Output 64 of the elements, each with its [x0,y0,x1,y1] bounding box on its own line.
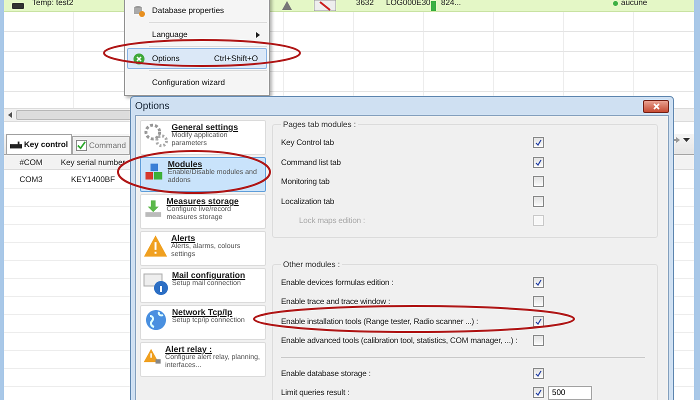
category-title: Measures storage [166,196,240,206]
category-title: Alert relay : [165,344,213,354]
menu-item[interactable]: Database properties [127,0,267,21]
option-label: Enable installation tools (Range tester, Radio scanner ...) : [281,316,478,326]
checkbox[interactable] [533,296,544,308]
checkbox[interactable] [533,368,544,379]
checkbox[interactable] [533,335,544,346]
database-icon [133,4,145,16]
category-title: General settings [171,122,240,132]
column-header: #COM [18,158,44,166]
option-label: Command list tab [281,158,341,167]
menu-item[interactable]: Language [127,24,267,45]
option-label: Enable advanced tools (calibration tool, statistics, COM manager, ...) : [281,336,518,346]
menu-item[interactable]: Options Ctrl+Shift+O [127,48,267,69]
group-title: Pages tab modules : [282,120,357,129]
category-title: Modules [168,159,202,169]
tool-icon [314,0,336,11]
group-title: Other modules : [282,260,341,268]
column-header: Key serial number [60,158,126,166]
battery-icon [431,0,436,10]
submenu-arrow-icon [256,32,260,38]
scroll-left-icon[interactable] [8,112,12,118]
close-button[interactable] [643,100,669,112]
checkmark-icon [535,389,542,396]
tab[interactable]: Command [72,136,130,154]
menu-item[interactable]: Configuration wizard [127,72,267,93]
option-label: Localization tab [281,196,334,206]
checkmark-icon [76,140,88,151]
option-label: Monitoring tab [281,177,330,186]
checkbox[interactable] [533,276,544,288]
option-label: Enable devices formulas edition : [281,278,394,287]
checkmark-icon [535,318,542,325]
checkbox[interactable] [533,387,544,398]
device-icon [10,140,22,148]
checkmark-icon [535,139,542,146]
checkbox[interactable] [533,176,544,188]
option-label: Enable database storage : [281,368,371,378]
globe-icon [143,307,169,333]
tab[interactable]: Key control [6,134,72,154]
option-label: Enable trace and trace window : [281,297,390,306]
checkmark-icon [535,278,542,286]
checkbox[interactable] [533,156,544,168]
category-title: Mail configuration [172,270,246,280]
checkmark-icon [535,370,542,377]
checkmark-icon [535,158,542,166]
category-title: Network Tcp/Ip [172,307,232,317]
category-title: Alerts [171,233,196,243]
warning-icon [143,233,168,259]
grid-cell-text: aucune [621,0,648,7]
checkbox[interactable] [533,196,544,207]
window-title: Options [135,100,170,112]
limit-input[interactable]: 500 [548,386,592,400]
warning-icon [282,1,292,10]
checkbox[interactable] [533,137,544,148]
options-icon [133,52,145,64]
gears-icon [143,122,168,148]
option-label: Limit queries result : [281,388,350,398]
table-cell-text: KEY1400BF [70,174,116,184]
option-label: Lock maps edition : [299,216,366,226]
device-icon [12,2,24,10]
option-label: Key Control tab [281,138,334,148]
table-cell-text: COM3 [18,174,44,184]
close-icon [652,102,660,110]
checkbox[interactable] [533,316,544,327]
